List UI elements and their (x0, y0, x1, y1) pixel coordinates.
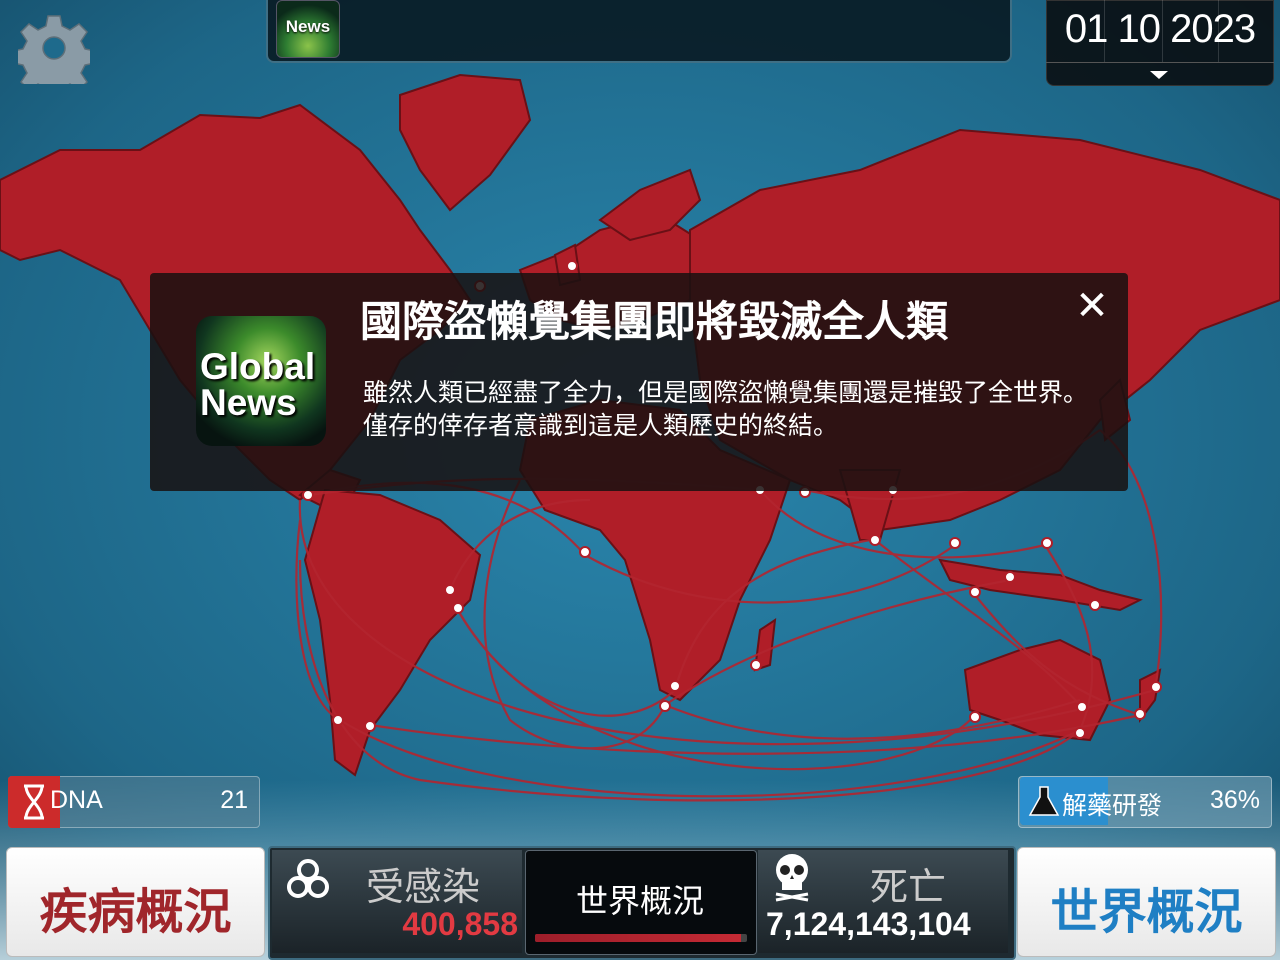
cure-value: 36% (1209, 786, 1260, 814)
infected-value: 400,858 (402, 906, 518, 942)
world-overview-button[interactable]: 世界概況 (1017, 847, 1276, 957)
date-separator (1046, 62, 1274, 63)
dna-label: DNA (50, 786, 103, 814)
news-ticker-bar[interactable] (266, 0, 1012, 63)
world-overview-tab-label: 世界概況 (575, 882, 704, 920)
biohazard-icon (287, 859, 329, 898)
global-news-logo-line1: Global (200, 346, 316, 387)
cure-label: 解藥研發 (1062, 791, 1163, 820)
global-news-logo-line2: News (200, 382, 297, 423)
news-popup-body: 雖然人類已經盡了全力，但是國際盜懶覺集團還是摧毀了全世界。僅存的倖存者意識到這是… (363, 378, 1089, 440)
global-news-logo: Global News (196, 316, 326, 446)
news-popup-title: 國際盜懶覺集團即將毀滅全人類 (360, 297, 949, 346)
dead-label: 死亡 (870, 865, 947, 909)
news-icon-label: News (285, 17, 331, 36)
skull-icon (775, 854, 809, 902)
news-icon[interactable]: News (276, 0, 340, 58)
infected-label: 受感染 (366, 865, 481, 909)
settings-gear-icon[interactable] (18, 12, 90, 84)
date-text: 01 10 2023 (1064, 7, 1256, 51)
world-overview-label: 世界概況 (1050, 884, 1243, 940)
disease-overview-button[interactable]: 疾病概況 (6, 847, 265, 957)
world-progress-bar (535, 934, 747, 942)
dna-value: 21 (220, 786, 248, 814)
date-dropdown-caret-icon[interactable] (1150, 71, 1168, 79)
disease-overview-label: 疾病概況 (39, 884, 232, 940)
dead-value: 7,124,143,104 (766, 906, 971, 942)
world-progress-fill (535, 934, 741, 942)
close-icon[interactable]: ✕ (1070, 284, 1114, 328)
